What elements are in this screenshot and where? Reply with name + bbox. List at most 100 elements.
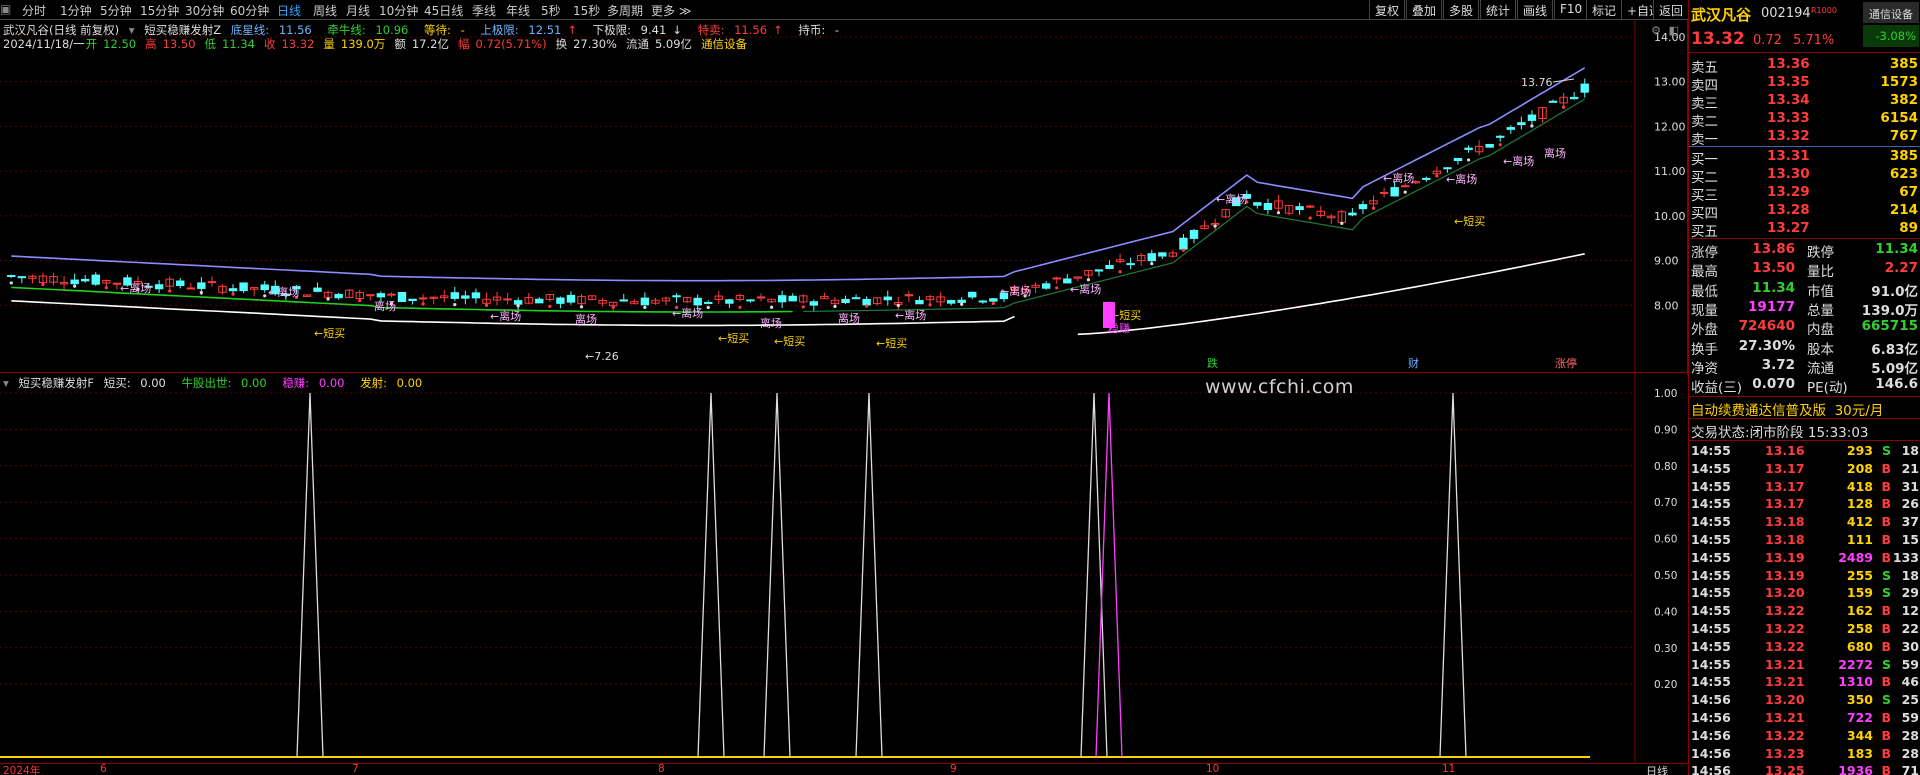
kline-chart[interactable]: 14.00 13.00 12.00 11.00 10.00 9.00 8.00 ←离场 ←离场离… [0,20,1688,375]
back-button[interactable]: 返回 [1653,0,1690,19]
stock-code: 002194 [1761,6,1811,21]
candle-body [704,301,713,304]
tab-multi[interactable]: 多周期 [607,2,643,19]
tick-volume: 350 [1846,692,1873,708]
indicator-tick-label: 0.50 [1654,570,1677,582]
tick-direction: B [1881,727,1891,743]
multi-stock-button[interactable]: 多股 [1443,0,1480,19]
tab-more-label: 更多 [651,4,676,18]
tab-1min[interactable]: 1分钟 [60,2,92,19]
mark-button[interactable]: 标记 [1586,0,1623,19]
candle-body [7,275,16,278]
lower-limit-value: 9.41 [640,23,667,37]
level-price: 13.31 [1767,148,1810,164]
tick-row: 14:55 13.18 412 B 37 [1689,514,1920,532]
tab-5sec[interactable]: 5秒 [541,2,561,19]
draw-line-button[interactable]: 画线 [1517,0,1554,19]
tab-more[interactable]: 更多 ≫ [651,2,691,19]
watermark: www.cfchi.com [1205,376,1354,398]
tab-15min[interactable]: 15分钟 [140,2,179,19]
stat-value: 27.30% [1738,337,1795,354]
sector-button[interactable]: 通信设备 [1863,2,1919,23]
tick-time: 14:55 [1691,532,1731,547]
orderbook-row-sell[interactable]: 卖二 13.33 6154 [1689,110,1920,130]
volume-label: 量 [323,37,335,51]
orderbook-row-buy[interactable]: 买一 13.31 385 [1689,148,1920,168]
tick-row: 14:55 13.19 255 S 18 [1689,568,1920,586]
niugu-value: 0.00 [241,376,267,390]
orderbook-row-buy[interactable]: 买四 13.28 214 [1689,202,1920,222]
tab-fenshi[interactable]: 分时 [22,2,46,19]
candle-body [1443,167,1452,170]
indicator-name[interactable]: 短买稳赚发射Z [144,23,221,37]
tab-60min[interactable]: 60分钟 [230,2,269,19]
stat-label: 涨停 [1691,245,1718,261]
tick-row: 14:55 13.21 1310 B 46 [1689,674,1920,692]
stats-button[interactable]: 统计 [1480,0,1517,19]
tab-daily[interactable]: 日线 [277,2,301,19]
level-price: 13.27 [1767,220,1810,236]
signal-dot [960,302,964,306]
settings-icon[interactable]: ⚙ [1651,24,1661,37]
indicator-sub-name[interactable]: 短买稳赚发射F [18,376,94,390]
exit-label: ←离场 [490,309,521,323]
tick-price: 13.16 [1765,443,1805,458]
candle-body [1147,253,1156,262]
dixing-label: 底星线: [230,23,270,37]
tab-5min[interactable]: 5分钟 [100,2,132,19]
tab-quarter[interactable]: 季线 [472,2,496,19]
signal-dot [1276,211,1281,215]
tab-monthly[interactable]: 月线 [346,2,370,19]
signal-dot [1466,158,1471,162]
tick-volume: 418 [1846,478,1873,494]
f10-button[interactable]: F10 [1554,0,1589,19]
overlay-button[interactable]: 叠加 [1406,0,1443,19]
tick-count: 28 [1901,745,1919,761]
lower-band-line [1077,253,1585,336]
sector-label[interactable]: 通信设备 [701,37,747,51]
tab-30min[interactable]: 30分钟 [185,2,224,19]
fuquan-button[interactable]: 复权 [1369,0,1406,19]
tab-10min[interactable]: 10分钟 [379,2,418,19]
menu-icon[interactable]: ▣ [0,2,11,16]
candle-body [418,297,428,300]
tick-price: 13.17 [1765,496,1805,512]
orderbook-row-sell[interactable]: 卖一 13.32 767 [1689,128,1920,148]
promo-banner[interactable]: 自动续费通达信普及版 30元/月 [1691,399,1883,419]
orderbook-row-sell[interactable]: 卖三 13.34 382 [1689,92,1920,112]
signal-dot [231,292,235,296]
maximize-icon[interactable]: ◧ [1669,24,1679,37]
indicator-tick-label: 0.20 [1654,679,1677,691]
indicator-panel[interactable]: 1.00 0.90 0.80 0.70 0.60 0.50 0.40 0.30 0.20 ▾ 短… [0,372,1688,764]
price-tick-label: 11.00 [1654,165,1686,178]
candle-body [376,293,386,298]
tick-volume: 128 [1846,496,1873,512]
tick-time: 14:55 [1691,567,1731,583]
stat-label: 流通 [1807,360,1834,377]
tick-direction: S [1881,585,1891,601]
level-volume: 6154 [1880,110,1918,126]
orderbook-row-sell[interactable]: 卖四 13.35 1573 [1689,74,1920,94]
tab-45day[interactable]: 45日线 [424,2,463,19]
dropdown-icon[interactable]: ▾ [129,23,135,37]
candle-body [725,299,734,304]
orderbook-row-sell[interactable]: 卖五 13.36 385 [1689,56,1920,76]
tab-15sec[interactable]: 15秒 [573,2,600,19]
signal-dot [770,305,774,309]
candle-body [1094,269,1104,272]
orderbook-row-buy[interactable]: 买五 13.27 89 [1689,220,1920,240]
tick-row: 14:55 13.20 159 S 29 [1689,585,1920,603]
tick-time: 14:55 [1691,621,1731,636]
dropdown-icon[interactable]: ▾ [3,376,9,390]
tab-weekly[interactable]: 周线 [313,2,337,19]
candle-body [946,300,956,304]
signal-dot [865,304,869,308]
price-tick-label: 12.00 [1654,120,1686,133]
orderbook-row-buy[interactable]: 买二 13.30 623 [1689,166,1920,186]
candle-body [1295,206,1304,211]
stat-value: 6.83亿 [1871,341,1918,358]
exit-label: 离场 [374,299,396,313]
orderbook-row-buy[interactable]: 买三 13.29 67 [1689,184,1920,204]
signal-bar [1103,302,1115,328]
tab-yearly[interactable]: 年线 [506,2,530,19]
